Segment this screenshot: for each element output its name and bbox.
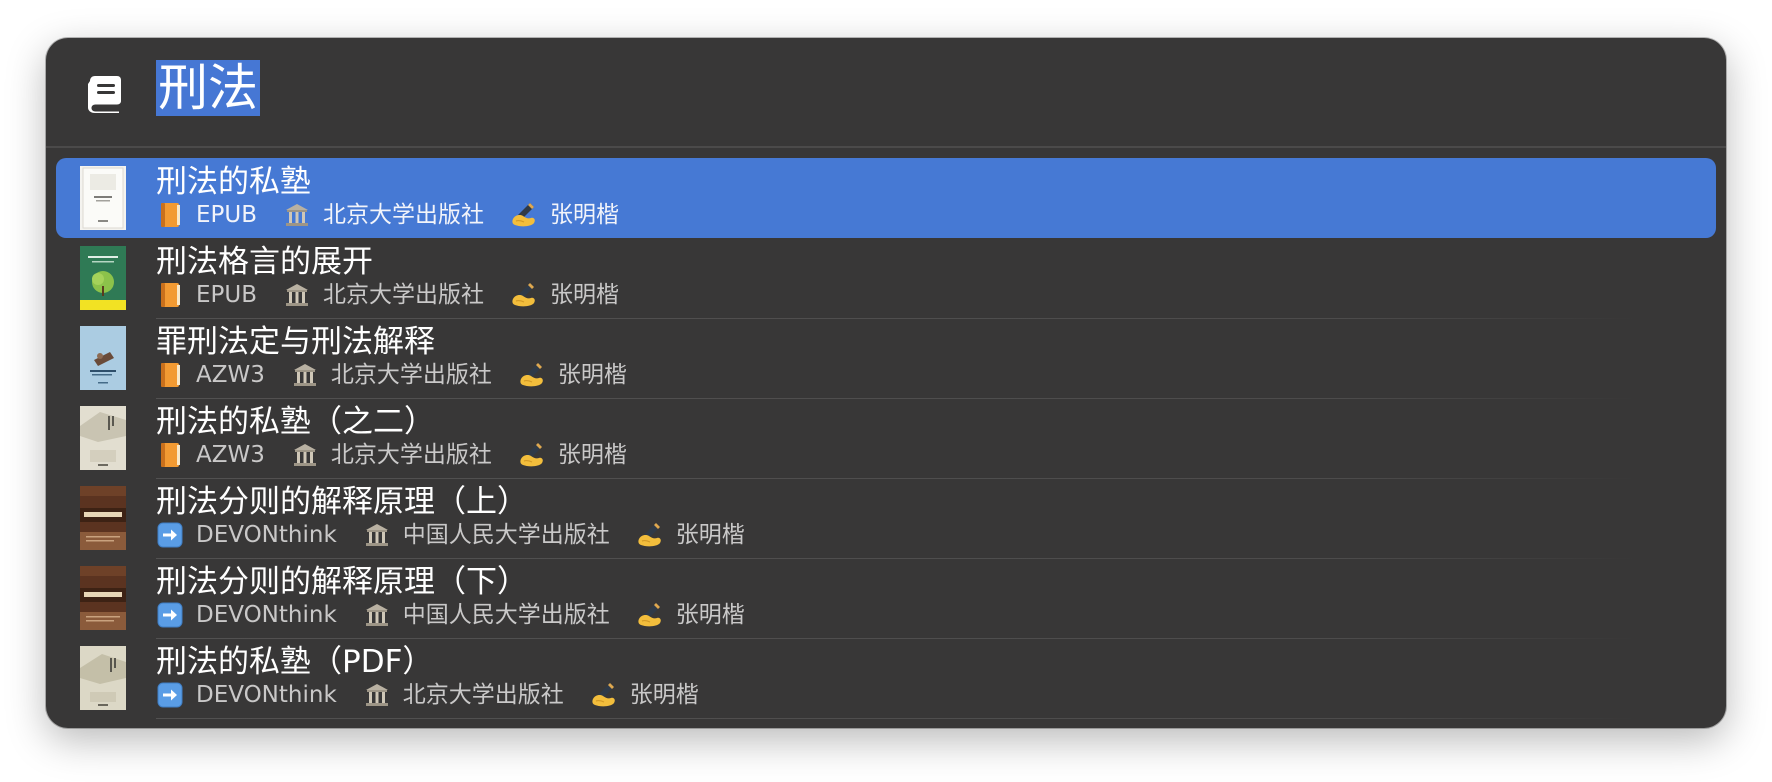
writing-hand-icon [636, 521, 664, 549]
writing-hand-icon [510, 201, 538, 229]
right-arrow-icon [156, 521, 184, 549]
result-row[interactable]: 刑法的私塾（PDF） DEVONthink 北京大学出版社 张明楷 [56, 638, 1716, 719]
result-format: DEVONthink [196, 682, 337, 708]
result-row[interactable]: 刑法的私塾 EPUB 北京大学出版社 张明楷 [56, 158, 1716, 238]
result-meta: DEVONthink 中国人民大学出版社 张明楷 [156, 600, 745, 630]
result-row[interactable]: 刑法分则的解释原理（上） DEVONthink 中国人民大学出版社 张明楷 [56, 478, 1716, 559]
book-icon [80, 72, 126, 114]
book-cover-thumbnail [80, 646, 126, 710]
result-author: 张明楷 [557, 362, 627, 388]
result-title: 刑法分则的解释原理（上） [156, 484, 528, 520]
orange-book-icon [156, 361, 184, 389]
classical-building-icon [363, 601, 391, 629]
orange-book-icon [156, 201, 184, 229]
book-cover-thumbnail [80, 406, 126, 470]
classical-building-icon [363, 681, 391, 709]
result-title: 罪刑法定与刑法解释 [156, 324, 435, 360]
orange-book-icon [156, 441, 184, 469]
result-format: AZW3 [196, 362, 265, 388]
result-format: AZW3 [196, 442, 265, 468]
result-title: 刑法分则的解释原理（下） [156, 564, 528, 600]
result-publisher: 北京大学出版社 [330, 362, 492, 388]
result-format: EPUB [196, 282, 258, 308]
writing-hand-icon [590, 681, 618, 709]
result-publisher: 北京大学出版社 [330, 442, 492, 468]
book-cover-thumbnail [80, 246, 126, 310]
result-title: 刑法格言的展开 [156, 244, 373, 280]
classical-building-icon [363, 521, 391, 549]
result-meta: AZW3 北京大学出版社 张明楷 [156, 360, 627, 390]
orange-book-icon [156, 281, 184, 309]
writing-hand-icon [518, 441, 546, 469]
right-arrow-icon [156, 681, 184, 709]
result-title: 刑法的私塾（之二） [156, 404, 435, 440]
result-title: 刑法的私塾（PDF） [156, 644, 434, 680]
book-cover-thumbnail [80, 166, 126, 230]
book-cover-thumbnail [80, 566, 126, 630]
results-list: 刑法的私塾 EPUB 北京大学出版社 张明楷 刑法格言的展开 EPUB 北京大学出版社 张明楷… [46, 158, 1726, 719]
result-row[interactable]: 罪刑法定与刑法解释 AZW3 北京大学出版社 张明楷 [56, 318, 1716, 399]
result-meta: EPUB 北京大学出版社 张明楷 [156, 280, 619, 310]
result-format: DEVONthink [196, 602, 337, 628]
search-input[interactable]: 刑法 [156, 60, 260, 116]
book-cover-thumbnail [80, 326, 126, 390]
result-author: 张明楷 [557, 442, 627, 468]
classical-building-icon [291, 361, 319, 389]
result-meta: DEVONthink 中国人民大学出版社 张明楷 [156, 520, 745, 550]
writing-hand-icon [510, 281, 538, 309]
result-meta: AZW3 北京大学出版社 张明楷 [156, 440, 627, 470]
result-row[interactable]: 刑法的私塾（之二） AZW3 北京大学出版社 张明楷 [56, 398, 1716, 479]
result-publisher: 北京大学出版社 [323, 202, 485, 228]
classical-building-icon [283, 281, 311, 309]
result-publisher: 中国人民大学出版社 [402, 522, 610, 548]
row-separator [156, 718, 1636, 719]
result-title: 刑法的私塾 [156, 164, 311, 200]
result-format: EPUB [196, 202, 258, 228]
writing-hand-icon [518, 361, 546, 389]
result-author: 张明楷 [675, 522, 745, 548]
result-publisher: 中国人民大学出版社 [402, 602, 610, 628]
classical-building-icon [291, 441, 319, 469]
result-author: 张明楷 [675, 602, 745, 628]
result-author: 张明楷 [550, 202, 620, 228]
right-arrow-icon [156, 601, 184, 629]
result-author: 张明楷 [550, 282, 620, 308]
launcher-window: 刑法 刑法的私塾 EPUB 北京大学出版社 张明楷 刑法格言的展开 EPUB 北京大学出版社… [46, 38, 1726, 728]
result-meta: EPUB 北京大学出版社 张明楷 [156, 200, 619, 230]
result-meta: DEVONthink 北京大学出版社 张明楷 [156, 680, 699, 710]
divider [46, 146, 1726, 148]
result-row[interactable]: 刑法分则的解释原理（下） DEVONthink 中国人民大学出版社 张明楷 [56, 558, 1716, 639]
classical-building-icon [283, 201, 311, 229]
writing-hand-icon [636, 601, 664, 629]
result-publisher: 北京大学出版社 [402, 682, 564, 708]
result-row[interactable]: 刑法格言的展开 EPUB 北京大学出版社 张明楷 [56, 238, 1716, 319]
book-cover-thumbnail [80, 486, 126, 550]
search-bar[interactable]: 刑法 [46, 38, 1726, 146]
result-author: 张明楷 [629, 682, 699, 708]
result-publisher: 北京大学出版社 [323, 282, 485, 308]
result-format: DEVONthink [196, 522, 337, 548]
